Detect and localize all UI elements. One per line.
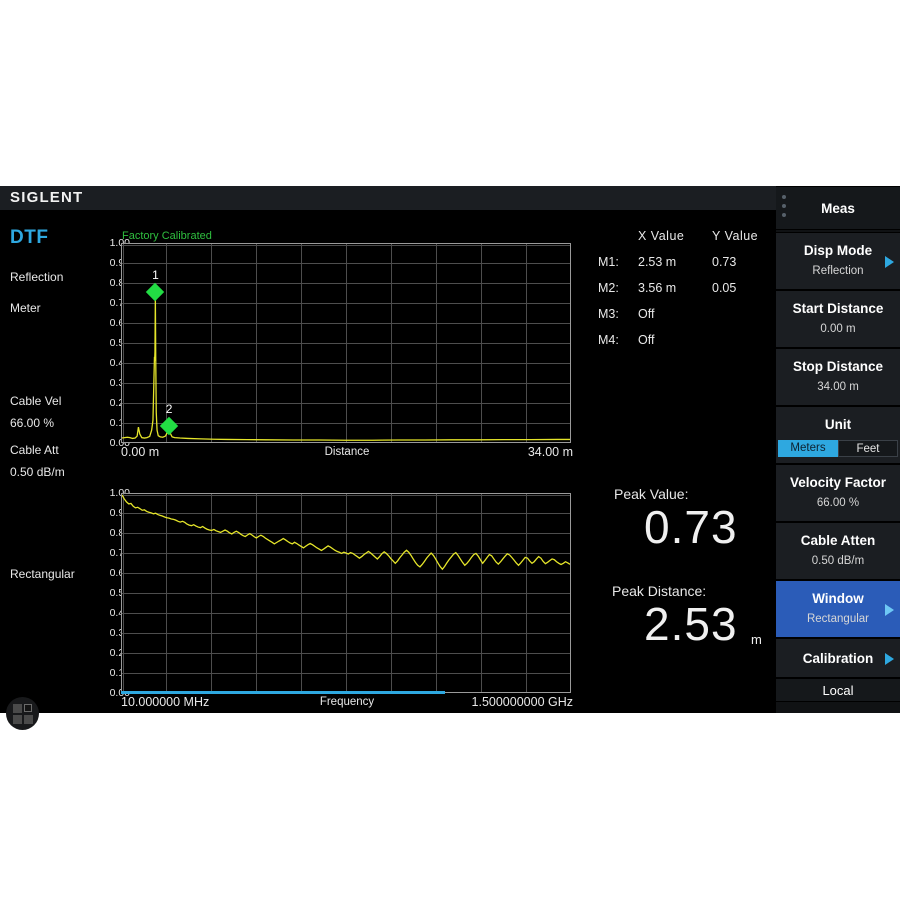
menu-item-title: Start Distance — [792, 301, 884, 316]
menu-header-label: Meas — [821, 201, 855, 216]
siglent-logo: SIGLENT — [10, 189, 84, 206]
chevron-right-icon[interactable] — [885, 256, 894, 268]
marker-y-header: Y Value — [712, 229, 759, 243]
chart2-x-axis: 10.000000 MHz Frequency 1.500000000 GHz — [121, 695, 573, 713]
peak-value: 0.73 — [644, 501, 738, 553]
menu-item-value: Reflection — [812, 265, 864, 277]
chart2-x-stop: 1.500000000 GHz — [471, 695, 573, 709]
chart1-x-stop: 34.00 m — [527, 445, 573, 459]
menu-header-meas[interactable]: Meas — [776, 186, 900, 230]
grid-square-2 — [24, 704, 32, 712]
menu-item-value: 0.00 m — [820, 323, 856, 335]
menu-item-title: Local — [822, 683, 854, 698]
marker-x-value: 2.53 m — [638, 255, 677, 269]
chart1-x-start: 0.00 m — [121, 445, 160, 459]
cable-velocity-value: 66.00 % — [10, 416, 55, 430]
menu-item-local[interactable]: Local — [776, 678, 900, 702]
grid-square-1 — [13, 704, 22, 713]
marker-label: 1 — [152, 268, 159, 282]
cable-attenuation-value: 0.50 dB/m — [10, 465, 65, 479]
marker-id: M4: — [598, 333, 619, 347]
window-type-label: Rectangular — [10, 567, 75, 581]
cable-attenuation-label: Cable Att — [10, 443, 59, 457]
menu-item-title: Disp Mode — [803, 243, 873, 258]
menu-item-start-distance[interactable]: Start Distance 0.00 m — [776, 290, 900, 348]
marker-y-value: 0.05 — [712, 281, 737, 295]
left-status-panel: DTF Reflection Meter Cable Vel 66.00 % C… — [0, 210, 96, 730]
menu-item-title: Stop Distance — [792, 359, 884, 374]
chart2-trace — [122, 494, 570, 571]
menu-item-calibration[interactable]: Calibration — [776, 638, 900, 678]
measurement-mode-label: DTF — [10, 227, 49, 248]
marker-table: X Value Y Value M1: 2.53 m 0.73 M2: 3.56 m 0.… — [596, 210, 776, 370]
menu-item-title: Velocity Factor — [789, 475, 887, 490]
marker-x-header: X Value — [638, 229, 685, 243]
menu-item-unit[interactable]: Unit Meters Feet — [776, 406, 900, 464]
peak-distance-unit: m — [751, 632, 762, 647]
marker-x-value: Off — [638, 333, 655, 347]
marker-id: M3: — [598, 307, 619, 321]
sweep-progress-bar — [121, 691, 445, 694]
display-mode-label: Reflection — [10, 270, 64, 284]
unit-option-feet[interactable]: Feet — [838, 440, 898, 457]
calibration-status: Factory Calibrated — [122, 230, 212, 242]
marker-label: 2 — [165, 402, 173, 416]
unit-option-meters[interactable]: Meters — [778, 440, 838, 457]
chart2-x-title: Frequency — [319, 696, 375, 708]
menu-item-title: Window — [812, 591, 864, 606]
menu-item-title: Cable Atten — [800, 533, 876, 548]
grid-square-3 — [13, 715, 22, 724]
menu-item-title: Unit — [824, 417, 852, 432]
menu-item-velocity-factor[interactable]: Velocity Factor 66.00 % — [776, 464, 900, 522]
chart1-trace — [122, 296, 570, 441]
marker-id: M1: — [598, 255, 619, 269]
cable-velocity-label: Cable Vel — [10, 394, 62, 408]
menu-item-value: Rectangular — [806, 613, 869, 625]
chevron-right-icon[interactable] — [885, 604, 894, 616]
menu-item-title: Calibration — [802, 651, 874, 666]
marker-x-value: Off — [638, 307, 655, 321]
unit-label: Meter — [10, 301, 41, 315]
softkey-menu[interactable]: Meas Disp Mode Reflection Start Distance 0.… — [776, 186, 900, 713]
menu-item-window[interactable]: Window Rectangular — [776, 580, 900, 638]
table-row: M1: 2.53 m 0.73 — [596, 255, 776, 281]
dtf-distance-chart[interactable]: Factory Calibrated 1.00 0.90 0.80 0.70 0.60 0… — [96, 210, 596, 460]
marker-x-value: 3.56 m — [638, 281, 677, 295]
menu-item-value: 34.00 m — [817, 381, 859, 393]
title-bar: SIGLENT — [0, 186, 776, 210]
menu-item-stop-distance[interactable]: Stop Distance 34.00 m — [776, 348, 900, 406]
menu-item-cable-atten[interactable]: Cable Atten 0.50 dB/m — [776, 522, 900, 580]
menu-item-value: 0.50 dB/m — [811, 555, 865, 567]
peak-distance: 2.53 — [644, 598, 738, 650]
table-row: M3: Off — [596, 307, 776, 333]
chevron-right-icon[interactable] — [885, 653, 894, 665]
instrument-screen: SIGLENT DTF Reflection Meter Cable Vel 6… — [0, 186, 900, 730]
chart1-x-title: Distance — [324, 446, 370, 458]
chart2-plot-area[interactable] — [121, 493, 571, 693]
marker-id: M2: — [598, 281, 619, 295]
chart2-x-start: 10.000000 MHz — [121, 695, 210, 709]
chart1-plot-area[interactable]: 12 — [121, 243, 571, 443]
return-loss-frequency-chart[interactable]: 1.00 0.90 0.80 0.70 0.60 0.50 0.40 0.30 0.20 0.10… — [96, 460, 596, 710]
grid-square-4 — [24, 715, 33, 724]
menu-item-disp-mode[interactable]: Disp Mode Reflection — [776, 232, 900, 290]
menu-item-value: 66.00 % — [816, 497, 860, 509]
table-row: M4: Off — [596, 333, 776, 359]
unit-segmented-control[interactable]: Meters Feet — [778, 440, 898, 457]
table-row: M2: 3.56 m 0.05 — [596, 281, 776, 307]
marker-y-value: 0.73 — [712, 255, 737, 269]
grid-apps-icon[interactable] — [6, 697, 39, 730]
